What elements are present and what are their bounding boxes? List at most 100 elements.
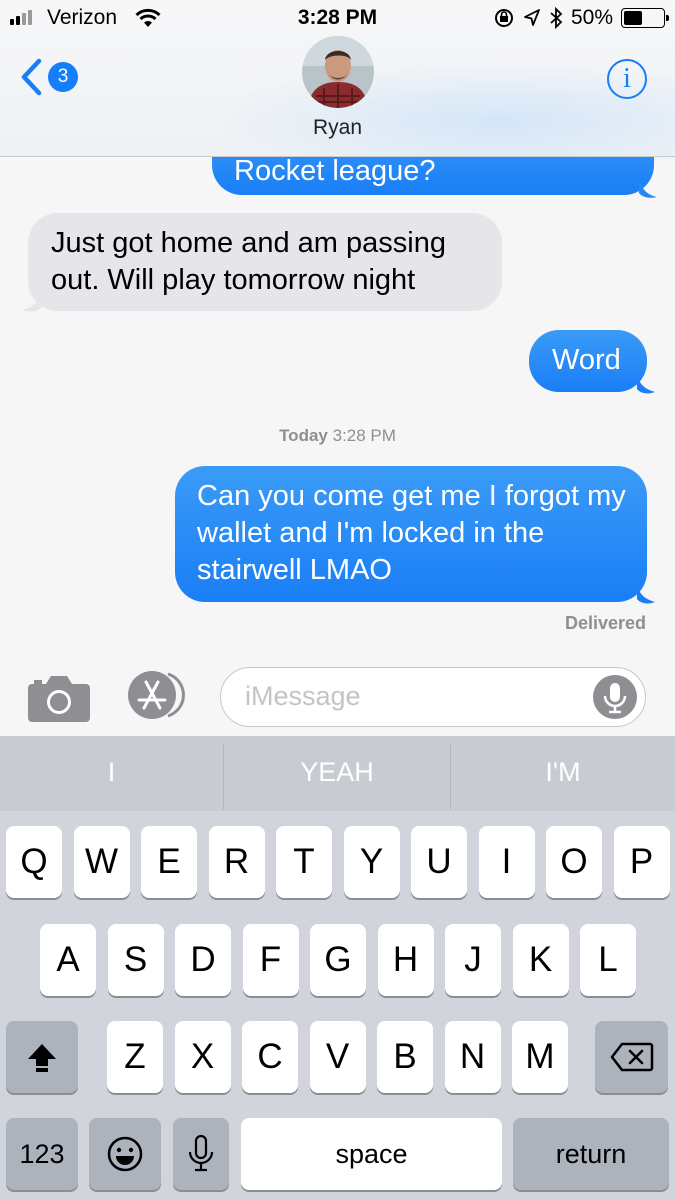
key-k-label: K	[528, 940, 553, 979]
bubble-tail	[22, 291, 42, 312]
key-m-label: M	[525, 1037, 555, 1076]
imessage-input[interactable]: iMessage	[220, 667, 646, 727]
header-glow	[210, 60, 675, 160]
key-c[interactable]: C	[242, 1021, 298, 1093]
message-bubble-outgoing[interactable]: Rocket league?	[212, 157, 654, 195]
key-p[interactable]: P	[613, 826, 670, 898]
key-y[interactable]: Y	[343, 826, 400, 898]
key-w[interactable]: W	[73, 826, 130, 898]
contact-name[interactable]: Ryan	[0, 116, 675, 140]
space-key[interactable]: space	[241, 1118, 502, 1190]
key-x[interactable]: X	[174, 1021, 231, 1093]
key-s[interactable]: S	[107, 924, 164, 996]
key-t[interactable]: T	[276, 826, 332, 898]
key-i-label: I	[501, 842, 512, 881]
key-p-label: P	[629, 842, 654, 881]
message-bubble-outgoing[interactable]: Word	[529, 330, 647, 392]
bubble-tail	[637, 373, 655, 394]
numbers-key-label: 123	[19, 1139, 65, 1169]
key-c-label: C	[257, 1037, 283, 1076]
return-key[interactable]: return	[513, 1118, 669, 1190]
key-l-label: L	[598, 940, 618, 979]
key-o-label: O	[560, 842, 588, 881]
shift-icon	[28, 1044, 56, 1072]
keyboard: I YEAH I'M Q W E R T Y U I O P A S D F G H J K L Z X C V B N M 123…	[0, 736, 675, 1200]
numbers-key[interactable]: 123	[6, 1118, 78, 1190]
key-s-label: S	[123, 940, 148, 979]
key-e-label: E	[157, 842, 181, 881]
timestamp-day: Today	[279, 426, 328, 445]
key-q[interactable]: Q	[6, 826, 62, 898]
key-r[interactable]: R	[208, 826, 265, 898]
key-f-label: F	[259, 940, 282, 979]
key-w-label: W	[84, 842, 119, 881]
key-g[interactable]: G	[310, 924, 366, 996]
key-e[interactable]: E	[141, 826, 197, 898]
key-b-label: B	[393, 1037, 417, 1076]
conversation-thread[interactable]: Rocket league? Just got home and am pass…	[0, 157, 675, 662]
message-timestamp: Today 3:28 PM	[0, 426, 675, 446]
battery-level	[624, 11, 642, 25]
microphone-icon	[188, 1134, 214, 1172]
camera-icon[interactable]	[28, 670, 90, 722]
compose-bar: iMessage	[0, 662, 675, 736]
battery-percentage: 50%	[570, 6, 613, 29]
key-h[interactable]: H	[377, 924, 434, 996]
backspace-icon	[610, 1042, 653, 1072]
key-d[interactable]: D	[175, 924, 231, 996]
delete-key[interactable]	[595, 1021, 668, 1093]
key-n-label: N	[459, 1037, 486, 1076]
location-icon	[524, 9, 540, 26]
status-right-group: 50%	[493, 6, 669, 30]
key-q-label: Q	[20, 842, 48, 881]
key-r-label: R	[223, 842, 250, 881]
return-key-label: return	[555, 1139, 627, 1169]
key-g-label: G	[324, 940, 352, 979]
bubble-tail	[639, 177, 657, 198]
suggestion-2[interactable]: YEAH	[224, 736, 450, 811]
key-i[interactable]: I	[478, 826, 535, 898]
key-j[interactable]: J	[445, 924, 501, 996]
bluetooth-icon	[550, 7, 563, 29]
key-z[interactable]: Z	[107, 1021, 163, 1093]
emoji-key[interactable]	[89, 1118, 161, 1190]
key-o[interactable]: O	[546, 826, 602, 898]
timestamp-time: 3:28 PM	[332, 426, 396, 445]
key-f[interactable]: F	[242, 924, 299, 996]
back-button[interactable]: 3	[20, 58, 78, 96]
dictation-button[interactable]	[593, 675, 637, 719]
shift-key[interactable]	[6, 1021, 78, 1093]
key-t-label: T	[293, 842, 315, 881]
key-k[interactable]: K	[512, 924, 569, 996]
app-store-icon[interactable]	[124, 670, 190, 720]
predictive-text-bar: I YEAH I'M	[0, 736, 675, 811]
microphone-icon	[603, 683, 627, 714]
key-n[interactable]: N	[444, 1021, 501, 1093]
key-y-label: Y	[359, 842, 384, 881]
status-bar: Verizon 3:28 PM 50%	[0, 0, 675, 36]
avatar-photo	[302, 36, 374, 108]
info-button[interactable]: i	[607, 59, 647, 99]
emoji-icon	[107, 1136, 143, 1172]
key-v-label: V	[325, 1037, 350, 1076]
bubble-tail	[637, 583, 655, 604]
key-l[interactable]: L	[580, 924, 636, 996]
message-bubble-incoming[interactable]: Just got home and am passing out. Will p…	[28, 213, 502, 311]
orientation-lock-icon	[494, 9, 513, 27]
key-u[interactable]: U	[411, 826, 467, 898]
suggestion-3[interactable]: I'M	[451, 736, 675, 811]
imessage-placeholder: iMessage	[245, 681, 361, 711]
key-b[interactable]: B	[377, 1021, 433, 1093]
key-a-label: A	[56, 940, 80, 979]
key-m[interactable]: M	[512, 1021, 568, 1093]
dictation-key[interactable]	[173, 1118, 229, 1190]
suggestion-1[interactable]: I	[0, 736, 223, 811]
key-a[interactable]: A	[40, 924, 96, 996]
contact-avatar[interactable]	[302, 36, 374, 108]
navigation-header: Verizon 3:28 PM 50% 3 Ryan i	[0, 0, 675, 160]
key-x-label: X	[190, 1037, 215, 1076]
key-v[interactable]: V	[309, 1021, 366, 1093]
message-bubble-outgoing[interactable]: Can you come get me I forgot my wallet a…	[175, 466, 647, 602]
key-d-label: D	[190, 940, 216, 979]
key-j-label: J	[464, 940, 482, 979]
